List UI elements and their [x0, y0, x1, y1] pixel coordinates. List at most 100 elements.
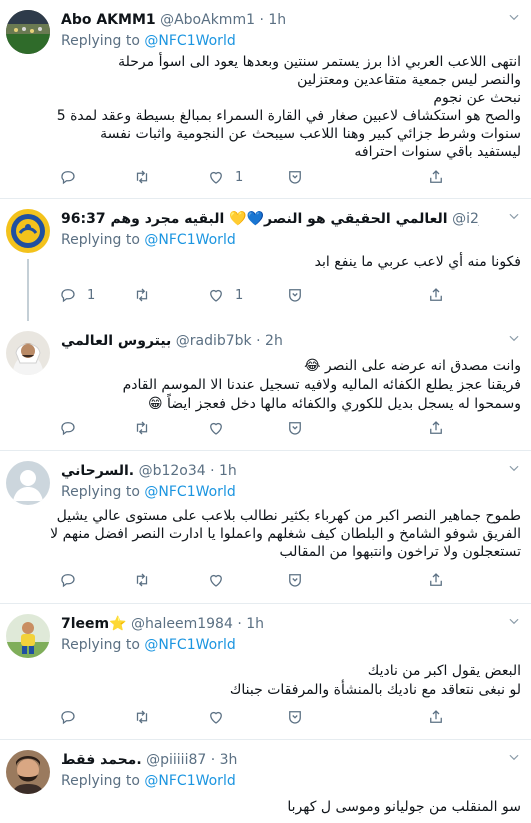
caret-down-icon[interactable] [507, 331, 521, 351]
tweet-text-line: نبحث عن نجوم [433, 90, 521, 106]
display-name[interactable]: 7leem⭐ [61, 616, 127, 632]
caret-down-icon[interactable] [507, 461, 521, 481]
like-button[interactable] [207, 569, 225, 591]
reply-count: 1 [87, 287, 96, 303]
caret-down-icon[interactable] [507, 614, 521, 634]
like-button[interactable]: 1 [207, 166, 243, 188]
user-handle[interactable]: @piiiii87 [146, 752, 206, 768]
avatar[interactable] [6, 209, 50, 253]
tweet-text-line: فريقنا عجز يطلع الكفائه الماليه ولافيه ت… [122, 377, 521, 393]
tweet-text: انتهى اللاعب العربي اذا برز يستمر سنتين … [57, 53, 521, 161]
share-button[interactable] [427, 569, 445, 591]
reactions-button[interactable] [286, 417, 304, 439]
reactions-button[interactable] [286, 166, 304, 188]
replying-to: Replying to @NFC1World [61, 771, 236, 791]
retweet-button[interactable] [133, 284, 161, 306]
tweet[interactable]: العالمي الحقيقي هو النصر💙💛 البقيه مجرد و… [0, 199, 531, 321]
reply-icon [61, 711, 75, 725]
tweet[interactable]: محمد فقط. @piiiii87 · 3h Replying to @NF… [0, 740, 531, 823]
caret-down-icon[interactable] [507, 10, 521, 30]
retweet-icon [136, 710, 148, 724]
caret-down-icon[interactable] [507, 209, 521, 229]
reply-button[interactable] [59, 569, 77, 591]
thread-line [27, 259, 29, 321]
user-handle[interactable]: @haleem1984 [131, 616, 233, 632]
like-button[interactable] [207, 706, 225, 728]
like-button[interactable]: 1 [207, 284, 243, 306]
display-name[interactable]: السرحاني. [61, 463, 134, 479]
replying-to: Replying to @NFC1World [61, 31, 236, 51]
like-button[interactable] [207, 417, 225, 439]
display-name[interactable]: محمد فقط. [61, 752, 142, 768]
avatar[interactable] [6, 331, 50, 375]
reactions-button[interactable] [286, 706, 304, 728]
like-icon [210, 422, 222, 435]
reply-button[interactable] [59, 706, 77, 728]
display-name[interactable]: بيتروس العالمي [61, 333, 171, 349]
reply-button[interactable] [59, 166, 87, 188]
tweet-text-line: تستعجلون ولا تراخون وانتبهوا من المقالب [279, 544, 521, 560]
timestamp[interactable]: 1h [268, 12, 286, 28]
replying-to-mention[interactable]: @NFC1World [144, 484, 235, 500]
reactions-button[interactable] [286, 569, 304, 591]
share-button[interactable] [427, 706, 445, 728]
retweet-icon [136, 288, 148, 302]
avatar[interactable] [6, 750, 50, 794]
tweet[interactable]: بيتروس العالمي @radib7bk · 2h وانت مصدق … [0, 321, 531, 451]
user-handle[interactable]: @i2jV6n2V... [452, 211, 479, 227]
caret-down-icon[interactable] [507, 750, 521, 770]
replying-to-mention[interactable]: @NFC1World [144, 773, 235, 789]
replying-to-mention[interactable]: @NFC1World [144, 33, 235, 49]
tweet[interactable]: السرحاني. @b12o34 · 1h Replying to @NFC1… [0, 451, 531, 604]
tweet-text-line: سو المنقلب من جوليانو وموسى ل كهربا [287, 799, 521, 815]
replying-to-mention[interactable]: @NFC1World [144, 232, 235, 248]
user-handle[interactable]: @radib7bk [176, 333, 252, 349]
like-icon [210, 289, 222, 302]
share-button[interactable] [427, 417, 445, 439]
user-handle[interactable]: @b12o34 [139, 463, 206, 479]
replying-to: Replying to @NFC1World [61, 230, 236, 250]
avatar[interactable] [6, 461, 50, 505]
reply-button[interactable] [59, 417, 77, 439]
tweet[interactable]: Abo AKMM1 @AboAkmm1 · 1h Replying to @NF… [0, 0, 531, 199]
reactions-icon [289, 289, 301, 302]
timestamp[interactable]: 3h [220, 752, 238, 768]
tweet-text: طموح جماهير النصر اكبر من كهرباء بكثير ن… [50, 507, 521, 561]
replying-to: Replying to @NFC1World [61, 635, 236, 655]
retweet-button[interactable] [133, 706, 151, 728]
share-button[interactable] [427, 166, 445, 188]
display-name[interactable]: Abo AKMM1 [61, 12, 156, 28]
replying-to-mention[interactable]: @NFC1World [144, 637, 235, 653]
separator-dot: · [256, 333, 261, 349]
timestamp[interactable]: 2h [265, 333, 283, 349]
replying-to-label: Replying to [61, 33, 140, 49]
retweet-icon [136, 170, 148, 184]
like-count: 1 [235, 287, 244, 303]
timestamp[interactable]: 1h [219, 463, 237, 479]
tweet-header: بيتروس العالمي @radib7bk · 2h [61, 331, 521, 351]
avatar[interactable] [6, 10, 50, 54]
timestamp[interactable]: 1h [246, 616, 264, 632]
retweet-button[interactable] [133, 569, 151, 591]
user-handle[interactable]: @AboAkmm1 [160, 12, 255, 28]
tweet-actions [59, 417, 459, 439]
retweet-button[interactable] [133, 166, 161, 188]
replying-to-label: Replying to [61, 773, 140, 789]
tweet-text: البعض يقول اكبر من ناديك لو نبغى نتعاقد … [61, 662, 521, 700]
reply-button[interactable]: 1 [59, 284, 95, 306]
reactions-icon [289, 171, 301, 184]
avatar[interactable] [6, 614, 50, 658]
retweet-button[interactable] [133, 417, 151, 439]
tweet-actions [59, 569, 459, 591]
reactions-icon [289, 422, 301, 435]
like-icon [210, 574, 222, 587]
replying-to-label: Replying to [61, 232, 140, 248]
tweet-actions [59, 706, 459, 728]
tweet-text-line: لو نبغى نتعاقد مع ناديك بالمنشأة والمرفق… [229, 682, 521, 698]
tweet[interactable]: 7leem⭐ @haleem1984 · 1h Replying to @NFC… [0, 604, 531, 740]
reactions-button[interactable] [286, 284, 304, 306]
tweet-text-line: طموح جماهير النصر اكبر من كهرباء بكثير ن… [56, 508, 521, 524]
tweet-header: محمد فقط. @piiiii87 · 3h [61, 750, 521, 770]
share-button[interactable] [427, 284, 445, 306]
display-name[interactable]: العالمي الحقيقي هو النصر💙💛 البقيه مجرد و… [61, 211, 448, 227]
